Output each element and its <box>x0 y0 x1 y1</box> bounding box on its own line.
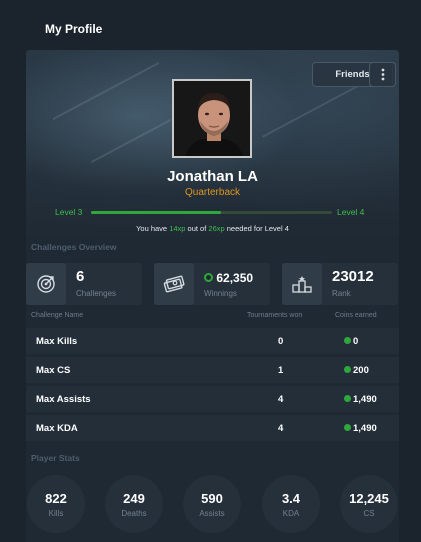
top-bar: My Profile <box>0 0 421 50</box>
kda-stat: 3.4 KDA <box>262 475 320 533</box>
challenge-name: Max KDA <box>36 423 78 434</box>
rank-stat: 23012 Rank <box>282 263 398 305</box>
avatar <box>172 79 252 158</box>
challenge-name: Max Assists <box>36 394 91 405</box>
coins-earned: 200 <box>344 365 369 376</box>
coins-earned: 1,490 <box>344 394 377 405</box>
xp-progress-bar <box>91 211 332 214</box>
column-header-tournaments-won: Tournaments won <box>247 312 303 319</box>
assists-stat: 590 Assists <box>183 475 241 533</box>
challenges-overview-title: Challenges Overview <box>31 242 117 252</box>
target-icon <box>26 263 66 305</box>
tournaments-won: 4 <box>278 394 284 405</box>
challenge-name: Max CS <box>36 365 71 376</box>
coin-icon <box>344 365 351 373</box>
column-header-coins-earned: Coins earned <box>335 312 377 319</box>
cs-stat: 12,245 CS <box>340 475 398 533</box>
more-options-button[interactable] <box>369 62 396 87</box>
friends-button-label: Friends <box>335 69 370 80</box>
deaths-value: 249 <box>123 491 145 506</box>
vertical-dots-icon <box>381 68 384 81</box>
kills-stat: 822 Kills <box>27 475 85 533</box>
deaths-label: Deaths <box>121 509 147 518</box>
coin-icon <box>344 423 351 431</box>
cs-label: CS <box>363 509 375 518</box>
winnings-value: 62,350 <box>204 271 253 285</box>
rank-value: 23012 <box>332 268 374 285</box>
tournaments-won: 0 <box>278 336 284 347</box>
user-name: Jonathan LA <box>167 168 258 185</box>
profile-card: Friends Jonathan LA Quarterback Level 3 … <box>26 50 399 542</box>
challenges-label: Challenges <box>76 289 117 298</box>
cash-icon <box>154 263 194 305</box>
kda-label: KDA <box>282 509 300 518</box>
player-stats-title: Player Stats <box>31 453 80 463</box>
kills-value: 822 <box>45 491 67 506</box>
kills-label: Kills <box>48 509 64 518</box>
table-row[interactable]: Max Kills 0 0 <box>26 328 399 354</box>
tournaments-won: 1 <box>278 365 284 376</box>
assists-value: 590 <box>201 491 223 506</box>
tournaments-won: 4 <box>278 423 284 434</box>
challenge-name: Max Kills <box>36 336 78 347</box>
rank-label: Rank <box>332 289 351 298</box>
coin-icon <box>344 394 351 402</box>
deaths-stat: 249 Deaths <box>105 475 163 533</box>
challenges-count: 6 <box>76 268 85 285</box>
xp-note: You have 14xp out of 26xp needed for Lev… <box>136 224 289 233</box>
next-level-label: Level 4 <box>337 207 365 217</box>
page-title: My Profile <box>45 22 103 36</box>
cs-value: 12,245 <box>349 491 389 506</box>
table-row[interactable]: Max KDA 4 1,490 <box>26 415 399 441</box>
winnings-label: Winnings <box>204 289 237 298</box>
winnings-stat: 62,350 Winnings <box>154 263 270 305</box>
assists-label: Assists <box>199 509 225 518</box>
table-row[interactable]: Max CS 1 200 <box>26 357 399 383</box>
table-row[interactable]: Max Assists 4 1,490 <box>26 386 399 412</box>
challenges-stat: 6 Challenges <box>26 263 142 305</box>
user-role: Quarterback <box>184 187 241 198</box>
current-level-label: Level 3 <box>55 207 83 217</box>
profile-hero-banner: Friends Jonathan LA Quarterback Level 3 … <box>26 50 399 240</box>
coin-icon <box>344 336 351 344</box>
xp-progress-fill <box>91 211 222 214</box>
column-header-challenge: Challenge Name <box>31 312 84 319</box>
podium-icon <box>282 263 322 305</box>
coins-earned: 1,490 <box>344 423 377 434</box>
kda-value: 3.4 <box>281 491 301 506</box>
coin-icon <box>204 273 213 283</box>
coins-earned: 0 <box>344 336 358 347</box>
